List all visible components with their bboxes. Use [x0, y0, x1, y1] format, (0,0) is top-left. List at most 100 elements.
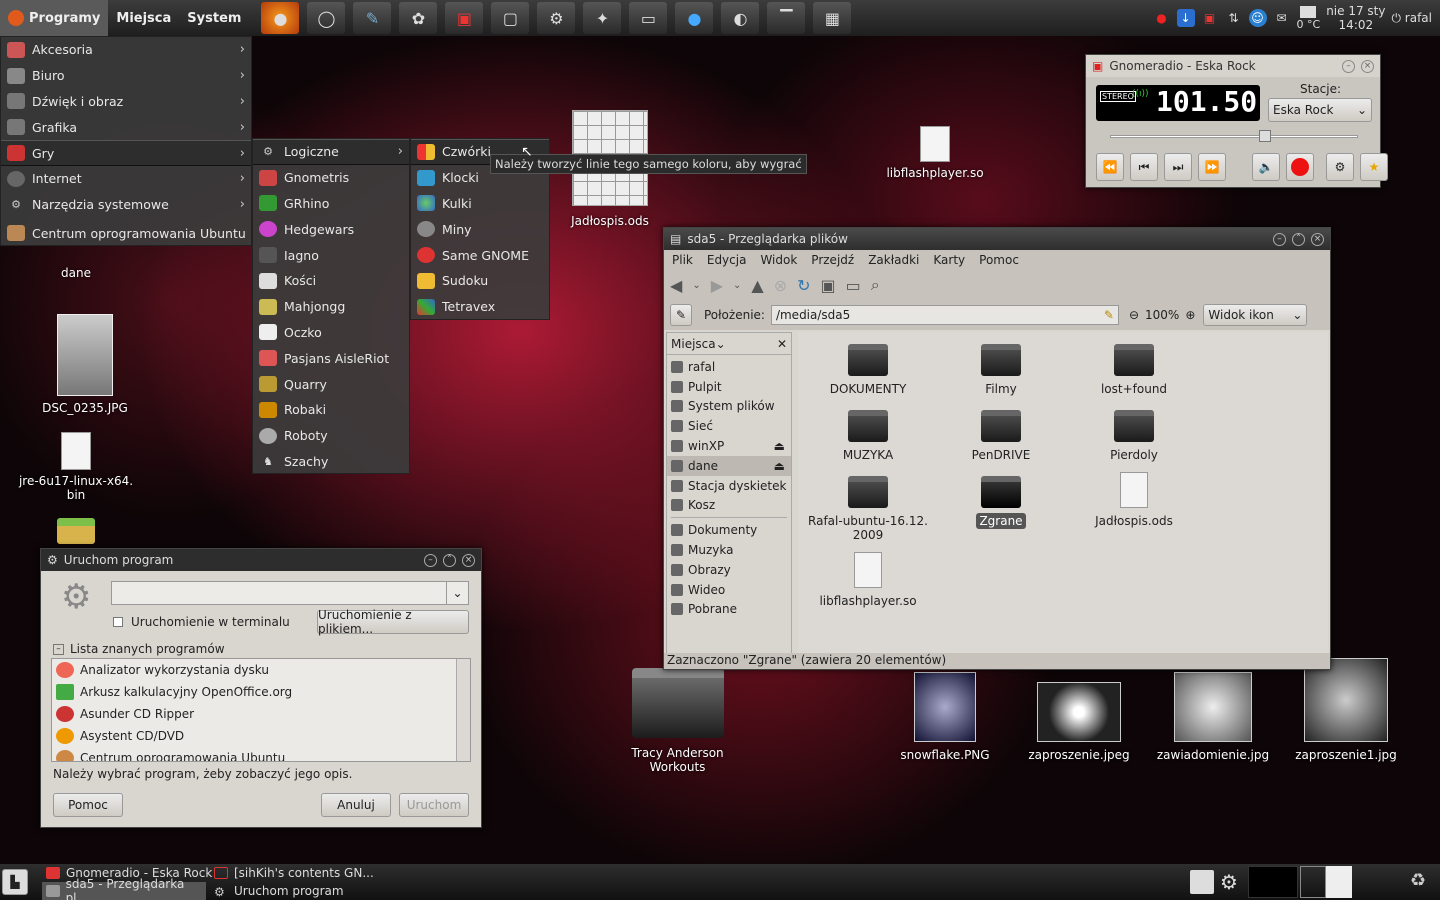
- menu-karty[interactable]: Karty: [933, 253, 965, 267]
- folder-item[interactable]: Filmy: [941, 344, 1061, 396]
- chevron-down-icon[interactable]: ⌄: [446, 582, 468, 604]
- desktop-icon-zaproszenie[interactable]: zaproszenie.jpeg: [1026, 682, 1132, 762]
- zoom-out-icon[interactable]: ⊖: [1129, 308, 1139, 322]
- workspace-3[interactable]: [1326, 866, 1352, 898]
- menu-item-pasjans[interactable]: Pasjans AisleRiot: [253, 345, 409, 371]
- mute-button[interactable]: 🔈: [1252, 153, 1280, 181]
- stop-icon[interactable]: ⊗: [774, 276, 787, 295]
- edit-location-button[interactable]: ✎: [670, 304, 692, 326]
- next-button[interactable]: ⏭: [1164, 153, 1192, 181]
- reload-icon[interactable]: ↻: [797, 276, 810, 295]
- menu-item-narzedzia[interactable]: ⚙ Narzędzia systemowe ›: [1, 192, 251, 218]
- back-icon[interactable]: ◀: [670, 276, 682, 295]
- forward-icon[interactable]: ▶: [711, 276, 723, 295]
- desktop-icon-package[interactable]: [52, 518, 100, 544]
- settings-icon[interactable]: ⚙: [537, 2, 576, 34]
- preferences-button[interactable]: ⚙: [1326, 153, 1354, 181]
- desktop-icon-jre[interactable]: jre-6u17-linux-x64. bin: [16, 432, 136, 502]
- task-sihkih[interactable]: [sihKih's contents GN...: [210, 864, 374, 882]
- computer-icon[interactable]: ▭: [846, 276, 861, 295]
- sidebar-item-dane[interactable]: dane ⏏: [667, 455, 791, 476]
- menu-item-grafika[interactable]: Grafika ›: [1, 114, 251, 140]
- task-uruchom[interactable]: ⚙ Uruchom program: [210, 882, 344, 900]
- sidebar-header[interactable]: Miejsca ⌄ ✕: [667, 333, 791, 355]
- list-item[interactable]: Arkusz kalkulacyjny OpenOffice.org: [52, 681, 470, 703]
- menu-pomoc[interactable]: Pomoc: [979, 253, 1019, 267]
- sidebar-item-rafal[interactable]: rafal: [667, 357, 791, 377]
- sidebar-item-muzyka[interactable]: Muzyka: [667, 540, 791, 560]
- drop-icon[interactable]: ●: [675, 2, 714, 34]
- minimize-button[interactable]: –: [1273, 232, 1286, 246]
- run-with-file-button[interactable]: Uruchomienie z plikiem...: [317, 608, 469, 636]
- list-item[interactable]: Asystent CD/DVD: [52, 725, 470, 747]
- folder-item[interactable]: PenDRIVE: [941, 410, 1061, 462]
- view-mode-select[interactable]: Widok ikon ⌄: [1203, 304, 1308, 326]
- menu-przejdz[interactable]: Przejdź: [811, 253, 854, 267]
- menu-item-sudoku[interactable]: Sudoku: [411, 268, 549, 294]
- editor-icon[interactable]: ✎: [353, 2, 392, 34]
- scrollbar[interactable]: [456, 659, 470, 761]
- up-icon[interactable]: ▲: [751, 276, 763, 295]
- minimize-button[interactable]: –: [424, 553, 437, 567]
- home-icon[interactable]: ▣: [821, 276, 836, 295]
- browser-icon[interactable]: ◯: [307, 2, 346, 34]
- firefox-icon[interactable]: ●: [261, 2, 300, 34]
- workspace-switcher[interactable]: [1248, 866, 1298, 898]
- maximize-button[interactable]: ˄: [1292, 232, 1305, 246]
- desktop-icon-photo[interactable]: DSC_0235.JPG: [30, 314, 140, 415]
- menu-item-tetravex[interactable]: Tetravex: [411, 294, 549, 320]
- weather[interactable]: 0 °C: [1297, 5, 1320, 31]
- folder-item[interactable]: Rafal-ubuntu-16.12. 2009: [808, 476, 928, 542]
- xkill-icon[interactable]: ▔: [767, 2, 806, 34]
- network-icon[interactable]: ⇅: [1225, 9, 1243, 27]
- radio-tray-icon[interactable]: ▣: [1201, 9, 1219, 27]
- location-input[interactable]: /media/sda5 ✎: [770, 305, 1119, 325]
- terminal-icon[interactable]: ▭: [629, 2, 668, 34]
- forward-dropdown-icon[interactable]: ⌄: [733, 280, 741, 291]
- file-item[interactable]: libflashplayer.so: [808, 552, 928, 608]
- menu-item-gnometris[interactable]: Gnometris: [253, 165, 409, 191]
- eject-icon[interactable]: ⏏: [774, 439, 785, 453]
- sidebar-item-network[interactable]: Sieć: [667, 416, 791, 436]
- clear-icon[interactable]: ✎: [1104, 308, 1114, 322]
- menu-item-hedgewars[interactable]: Hedgewars: [253, 216, 409, 242]
- sidebar-item-pulpit[interactable]: Pulpit: [667, 377, 791, 397]
- radio-icon[interactable]: ▣: [445, 2, 484, 34]
- mail-icon[interactable]: ✉: [1273, 9, 1291, 27]
- desktop-icon-zawiadomienie[interactable]: zawiadomienie.jpg: [1154, 672, 1272, 762]
- station-select[interactable]: Eska Rock ⌄: [1268, 98, 1372, 122]
- terminal-checkbox-row[interactable]: Uruchomienie w terminalu: [113, 615, 290, 629]
- desktop-icon-libflash[interactable]: libflashplayer.so: [880, 126, 990, 180]
- sidebar-item-winxp[interactable]: winXP ⏏: [667, 436, 791, 456]
- program-list-toggle[interactable]: – Lista znanych programów: [53, 642, 225, 656]
- file-item[interactable]: Jadłospis.ods: [1074, 472, 1194, 528]
- zoom-in-icon[interactable]: ⊕: [1185, 308, 1195, 322]
- menu-item-mahjongg[interactable]: Mahjongg: [253, 294, 409, 320]
- menu-miejsca[interactable]: Miejsca: [108, 0, 179, 36]
- cancel-button[interactable]: Anuluj: [321, 793, 391, 817]
- menu-item-kosci[interactable]: Kości: [253, 268, 409, 294]
- gears-applet-icon[interactable]: ⚙: [1220, 870, 1238, 894]
- tuning-slider[interactable]: [1110, 130, 1358, 142]
- screenshot-icon[interactable]: ◐: [721, 2, 760, 34]
- help-button[interactable]: Pomoc: [53, 793, 123, 817]
- folder-item[interactable]: MUZYKA: [808, 410, 928, 462]
- sidebar-item-obrazy[interactable]: Obrazy: [667, 560, 791, 580]
- menu-zakladki[interactable]: Zakładki: [868, 253, 919, 267]
- sidebar-item-dokumenty[interactable]: Dokumenty: [667, 520, 791, 540]
- list-item[interactable]: Analizator wykorzystania dysku: [52, 659, 470, 681]
- menu-item-iagno[interactable]: Iagno: [253, 242, 409, 268]
- accessibility-icon[interactable]: ☺: [1248, 9, 1267, 27]
- terminal-applet-icon[interactable]: [1190, 870, 1214, 894]
- sidebar-item-trash[interactable]: Kosz: [667, 496, 791, 516]
- list-item[interactable]: Asunder CD Ripper: [52, 703, 470, 725]
- favorite-button[interactable]: ★: [1360, 153, 1388, 181]
- record-icon[interactable]: ●: [1153, 9, 1171, 27]
- run-button[interactable]: Uruchom: [399, 793, 469, 817]
- user-menu[interactable]: ⏻ rafal: [1391, 11, 1432, 26]
- minimize-button[interactable]: –: [1342, 59, 1355, 73]
- workspace-2[interactable]: [1300, 866, 1326, 898]
- close-button[interactable]: ×: [1311, 232, 1324, 246]
- rewind-button[interactable]: ⏪: [1096, 153, 1124, 181]
- folder-item[interactable]: DOKUMENTY: [808, 344, 928, 396]
